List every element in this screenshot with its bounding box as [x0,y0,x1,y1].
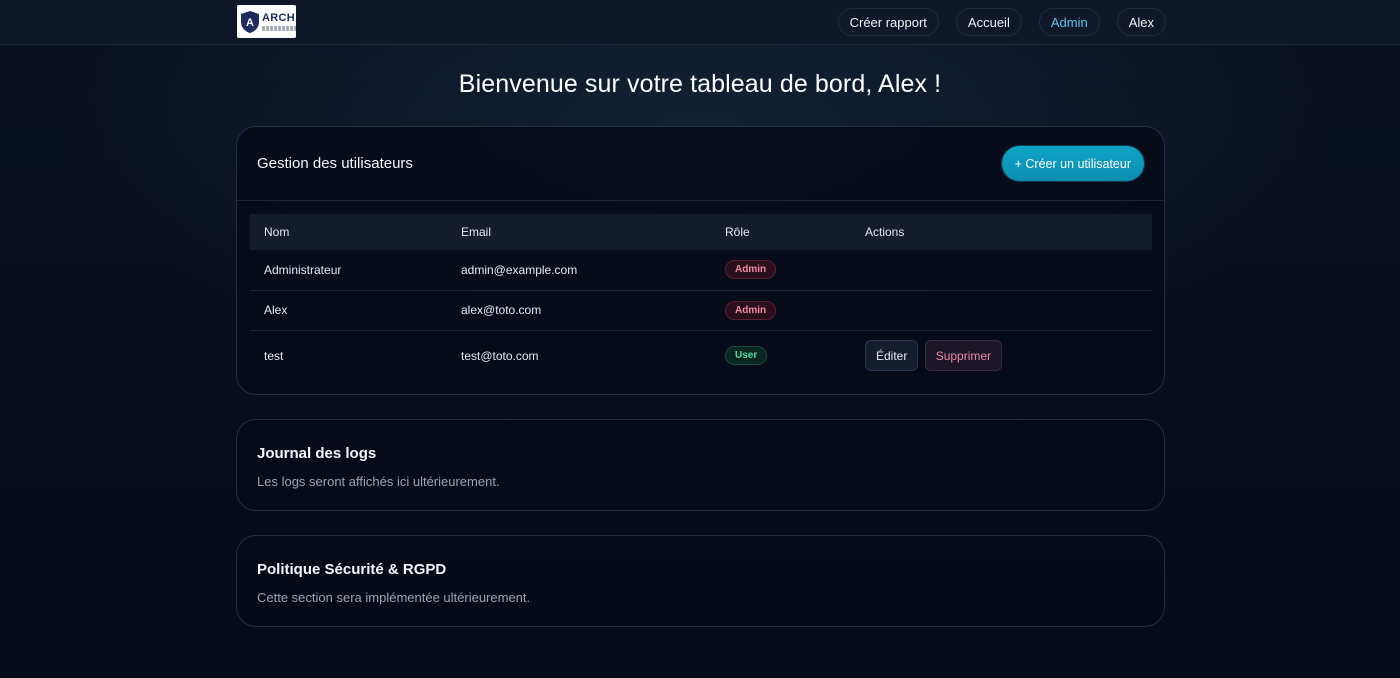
create-user-button[interactable]: + Créer un utilisateur [1001,146,1144,181]
role-badge-admin: Admin [725,260,777,280]
user-email-cell: admin@example.com [461,262,578,277]
users-table: Nom Email Rôle Actions Administrateur ad… [250,214,1152,381]
table-row: Administrateur admin@example.com Admin [250,250,1152,290]
table-header-row: Nom Email Rôle Actions [250,214,1152,250]
rgpd-card-text: Cette section sera implémentée ultérieur… [257,590,531,605]
column-header-role: Rôle [725,225,750,239]
brand-tagline [262,25,296,31]
users-card-header: Gestion des utilisateurs + Créer un util… [237,127,1164,201]
logs-card-text: Les logs seront affichés ici ultérieurem… [257,474,500,489]
table-row: test test@toto.com User Éditer Supprimer [250,329,1152,381]
nav-create-report[interactable]: Créer rapport [837,8,939,36]
users-card: Gestion des utilisateurs + Créer un util… [236,126,1165,395]
role-badge-user: User [725,346,768,366]
role-badge-admin: Admin [725,300,777,320]
user-name-cell: Alex [250,289,447,330]
nav-home[interactable]: Accueil [955,8,1022,36]
user-email-cell: test@toto.com [447,329,711,381]
column-header-name: Nom [264,225,290,239]
user-role-cell: User [711,329,851,381]
brand-logo[interactable]: A ARCH [237,5,296,38]
edit-user-button[interactable]: Éditer [865,340,919,372]
rgpd-card-title: Politique Sécurité & RGPD [257,561,447,578]
user-role-cell: Admin [711,289,851,330]
nav-admin[interactable]: Admin [1038,8,1100,36]
page-title: Bienvenue sur votre tableau de bord, Ale… [458,70,942,98]
delete-user-button[interactable]: Supprimer [924,340,1003,372]
logs-card: Journal des logs Les logs seront affiché… [236,419,1165,511]
user-name-cell: Administrateur [264,262,342,277]
shield-logo-icon: A [241,10,259,33]
nav-user-alex[interactable]: Alex [1116,8,1166,36]
table-row: Alex alex@toto.com Admin [250,289,1152,330]
logs-card-title: Journal des logs [257,445,377,462]
users-card-title: Gestion des utilisateurs [257,155,413,172]
user-name-cell: test [250,329,447,381]
rgpd-card: Politique Sécurité & RGPD Cette section … [236,535,1165,627]
column-header-email: Email [461,225,492,239]
user-email-cell: alex@toto.com [447,289,711,330]
column-header-actions: Actions [865,225,905,239]
brand-name: ARCH [262,11,295,24]
top-navbar: A ARCH Créer rapport Accueil Admin Alex [0,0,1400,45]
svg-text:A: A [246,17,254,29]
user-role-cell: Admin [711,250,851,290]
user-actions-cell: Éditer Supprimer [851,329,1152,381]
user-actions-cell [851,289,1152,330]
main-nav: Créer rapport Accueil Admin Alex [837,8,1166,36]
user-actions-cell [851,250,1152,290]
